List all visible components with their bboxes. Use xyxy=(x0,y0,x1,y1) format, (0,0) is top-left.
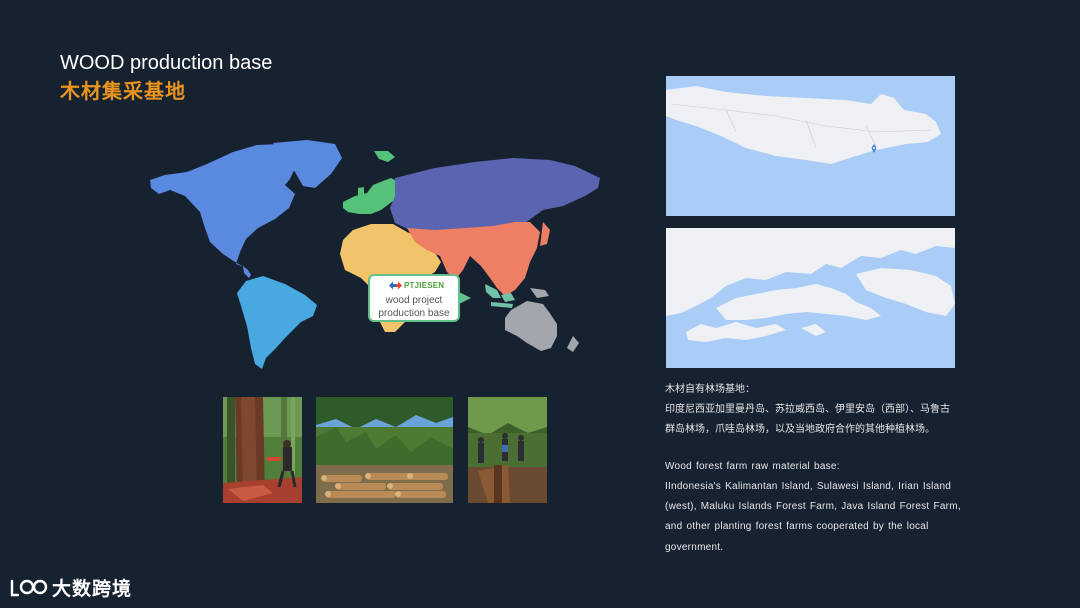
callout-line-1: wood project xyxy=(385,295,443,306)
oceania xyxy=(505,288,579,352)
production-base-callout: PTJIESEN wood project production base xyxy=(368,274,460,322)
brand-logo-icon xyxy=(10,579,48,597)
desc-en-line: and other planting forest farms cooperat… xyxy=(665,521,929,532)
desc-cn-heading: 木材自有林场基地： xyxy=(665,384,755,395)
ptjiesen-logo: PTJIESEN xyxy=(388,279,444,292)
page-title-en: WOOD production base xyxy=(60,52,273,74)
world-map xyxy=(150,140,600,369)
desc-en-line: IIndonesia's Kalimantan Island, Sulawesi… xyxy=(665,481,952,492)
south-america xyxy=(237,276,317,369)
ptjiesen-logo-icon xyxy=(389,281,402,290)
callout-line-2: production base xyxy=(378,308,450,319)
page-title-cn: 木材集采基地 xyxy=(60,79,186,103)
map-sulawesi-region xyxy=(666,228,955,368)
desc-cn-line: 印度尼西亚加里曼丹岛、苏拉威西岛、伊里安岛（西部）、马鲁古 xyxy=(665,404,950,415)
desc-en-heading: Wood forest farm raw material base: xyxy=(665,461,840,472)
brand-watermark: 大数跨境 xyxy=(10,574,132,600)
desc-cn-line: 群岛林场，爪哇岛林场，以及当地政府合作的其他种植林场。 xyxy=(665,424,935,435)
brand-name: 大数跨境 xyxy=(52,577,133,600)
photo-workers-forest xyxy=(468,397,547,503)
north-america xyxy=(150,140,342,278)
callout-pointer xyxy=(459,292,471,304)
photo-tree-felling xyxy=(223,397,302,503)
desc-en-line: (west), Maluku Islands Forest Farm, Java… xyxy=(665,501,961,512)
map-java-island xyxy=(666,76,955,216)
photo-log-pile xyxy=(316,397,453,503)
russia-asia xyxy=(390,158,600,233)
desc-en-line: government. xyxy=(665,542,724,553)
ptjiesen-logo-text: PTJIESEN xyxy=(404,281,445,290)
